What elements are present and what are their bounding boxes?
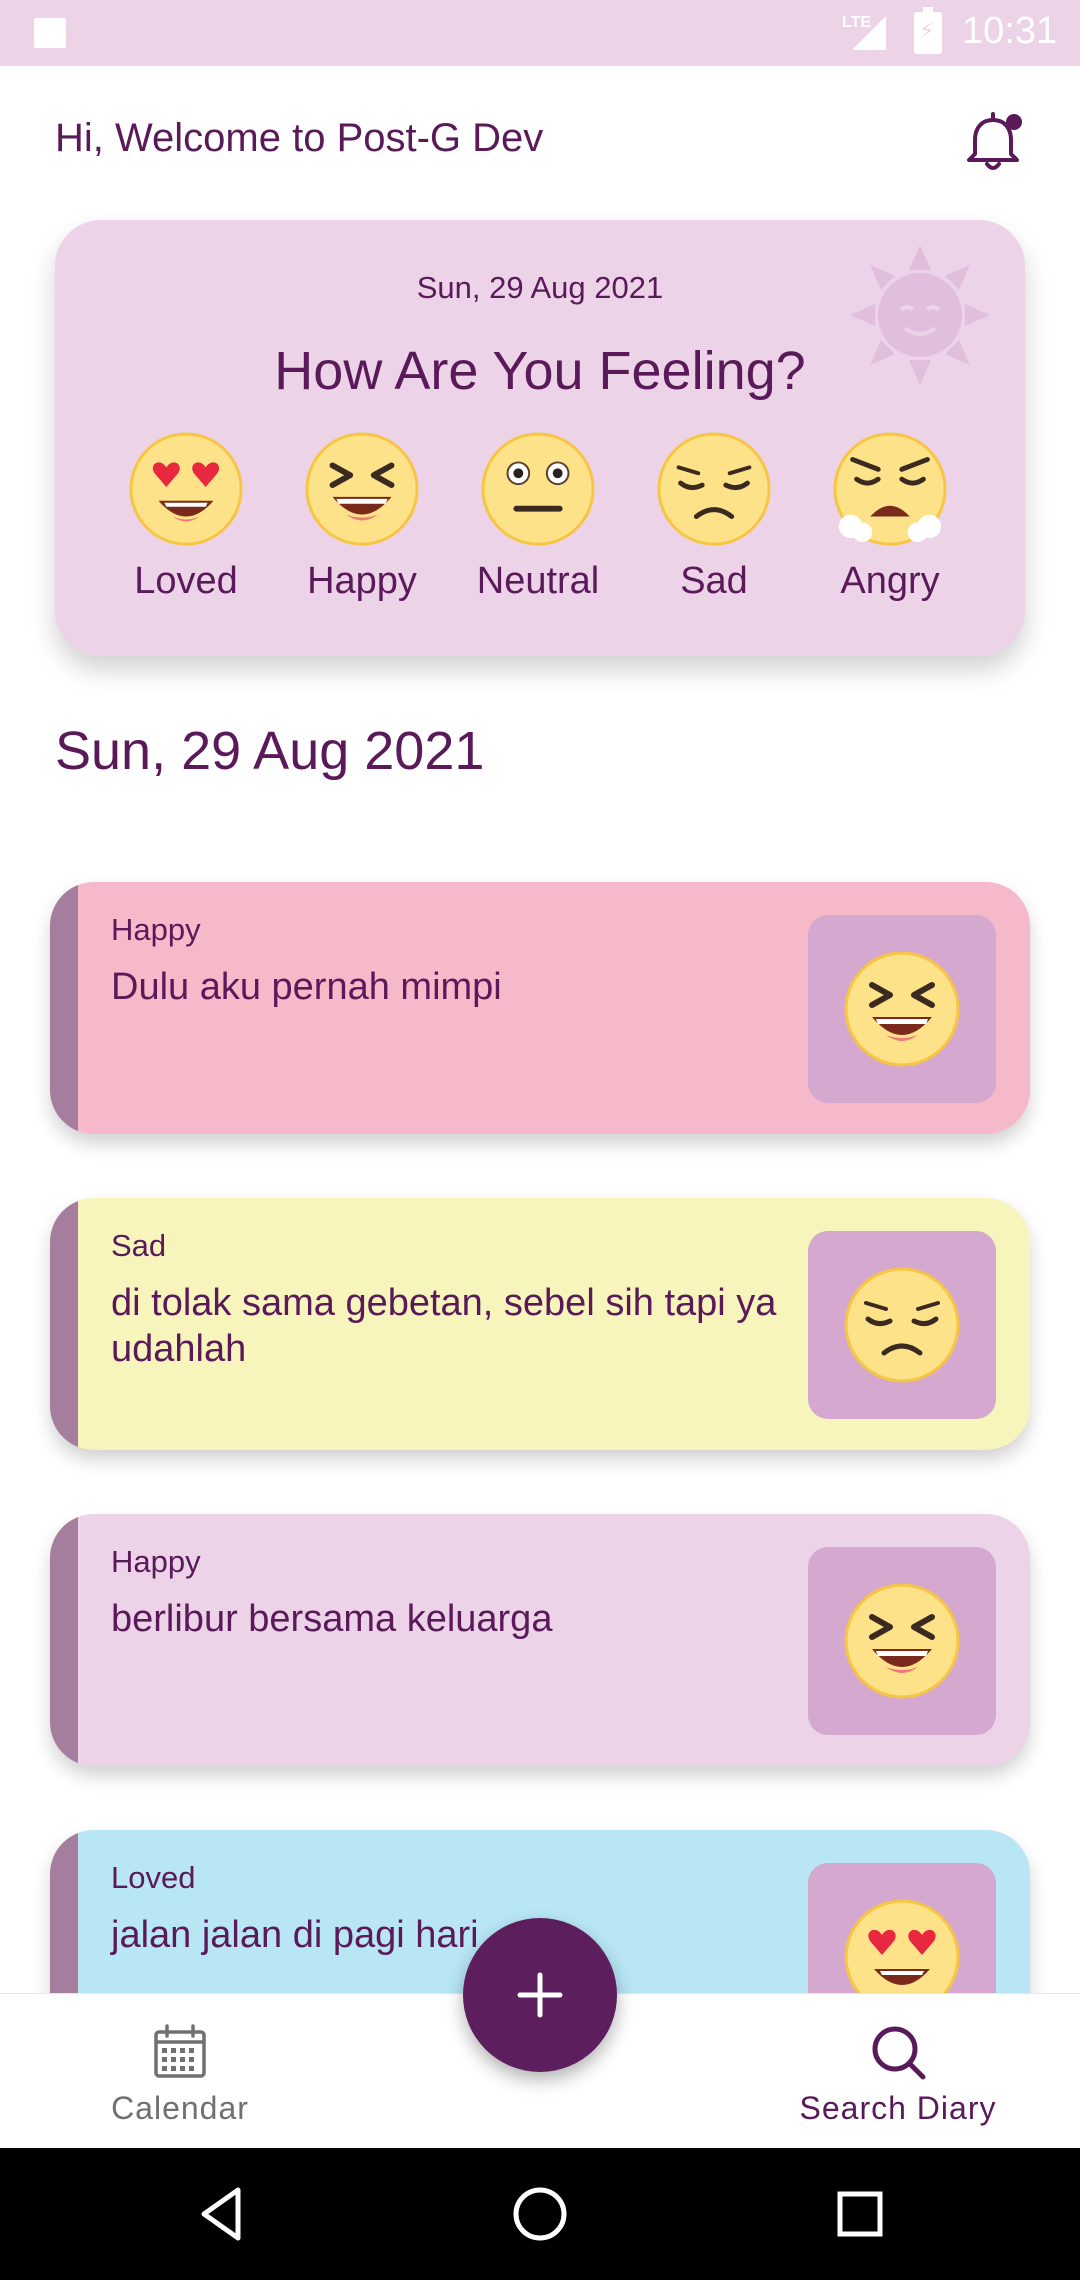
diary-entry-mood-thumb (808, 915, 996, 1103)
calendar-icon (154, 2024, 206, 2078)
nav-search-diary-label: Search Diary (799, 2090, 997, 2126)
nav-calendar-label: Calendar (111, 2090, 249, 2126)
diary-entry-mood-thumb (808, 1231, 996, 1419)
plus-icon (517, 1972, 563, 2018)
diary-entry-card[interactable]: Happy berlibur bersama keluarga (50, 1514, 1030, 1766)
mood-option-angry[interactable]: Angry (805, 430, 975, 603)
diary-entry-card[interactable]: Sad di tolak sama gebetan, sebel sih tap… (50, 1198, 1030, 1450)
sad-face-icon (657, 432, 771, 546)
mood-label-loved: Loved (134, 560, 238, 602)
neutral-face-icon (481, 432, 595, 546)
signal-icon (852, 16, 886, 50)
system-navigation-bar (0, 2148, 1080, 2280)
diary-entry-text: di tolak sama gebetan, sebel sih tapi ya… (111, 1282, 777, 1370)
mood-label-neutral: Neutral (476, 560, 600, 602)
search-icon (872, 2026, 926, 2080)
app-screen: LTE 10:31 Hi, Welcome to Post-G Dev (0, 0, 1080, 2280)
status-bar: LTE 10:31 (0, 0, 1080, 66)
diary-entry-mood: Happy (111, 912, 201, 947)
diary-entry-mood-thumb (808, 1547, 996, 1735)
diary-card-stripe (50, 1198, 78, 1450)
mood-label-angry: Angry (840, 560, 940, 602)
mood-card-date: Sun, 29 Aug 2021 (416, 270, 664, 305)
happy-face-icon (844, 951, 960, 1067)
diary-entry-card[interactable]: Happy Dulu aku pernah mimpi (50, 882, 1030, 1134)
angry-face-icon (833, 432, 947, 546)
home-icon[interactable] (508, 2182, 572, 2246)
diary-section-date: Sun, 29 Aug 2021 (55, 721, 485, 781)
diary-card-stripe (50, 1514, 78, 1766)
mood-picker-card: Sun, 29 Aug 2021 How Are You Feeling? Lo… (55, 220, 1025, 656)
diary-entry-mood: Loved (111, 1860, 196, 1895)
mood-option-sad[interactable]: Sad (629, 430, 799, 603)
loved-face-icon (129, 432, 243, 546)
mood-question: How Are You Feeling? (274, 341, 806, 401)
mood-option-neutral[interactable]: Neutral (453, 430, 623, 603)
diary-card-stripe (50, 882, 78, 1134)
diary-entry-text: Dulu aku pernah mimpi (111, 966, 502, 1008)
add-entry-button[interactable] (463, 1918, 617, 2072)
mood-label-sad: Sad (680, 560, 748, 602)
mood-option-loved[interactable]: Loved (101, 430, 271, 603)
happy-face-icon (305, 432, 419, 546)
battery-charging-icon (914, 7, 942, 54)
diary-entry-text: berlibur bersama keluarga (111, 1598, 553, 1640)
mood-options: Loved Happy Neutral Sad Angry (55, 430, 1025, 620)
diary-entry-text: jalan jalan di pagi hari (111, 1914, 479, 1956)
sad-face-icon (844, 1267, 960, 1383)
mood-label-happy: Happy (307, 560, 417, 602)
happy-face-icon (844, 1583, 960, 1699)
back-icon[interactable] (190, 2182, 254, 2246)
recents-icon[interactable] (828, 2182, 892, 2246)
mood-option-happy[interactable]: Happy (277, 430, 447, 603)
notification-icon (34, 18, 66, 48)
status-time: 10:31 (962, 10, 1058, 52)
diary-entry-mood: Sad (111, 1228, 167, 1263)
nav-search-diary[interactable]: Search Diary (768, 1994, 1028, 2149)
notification-bell-icon[interactable] (960, 110, 1026, 176)
diary-entry-mood: Happy (111, 1544, 201, 1579)
nav-calendar[interactable]: Calendar (50, 1994, 310, 2149)
greeting-text: Hi, Welcome to Post-G Dev (55, 116, 544, 160)
